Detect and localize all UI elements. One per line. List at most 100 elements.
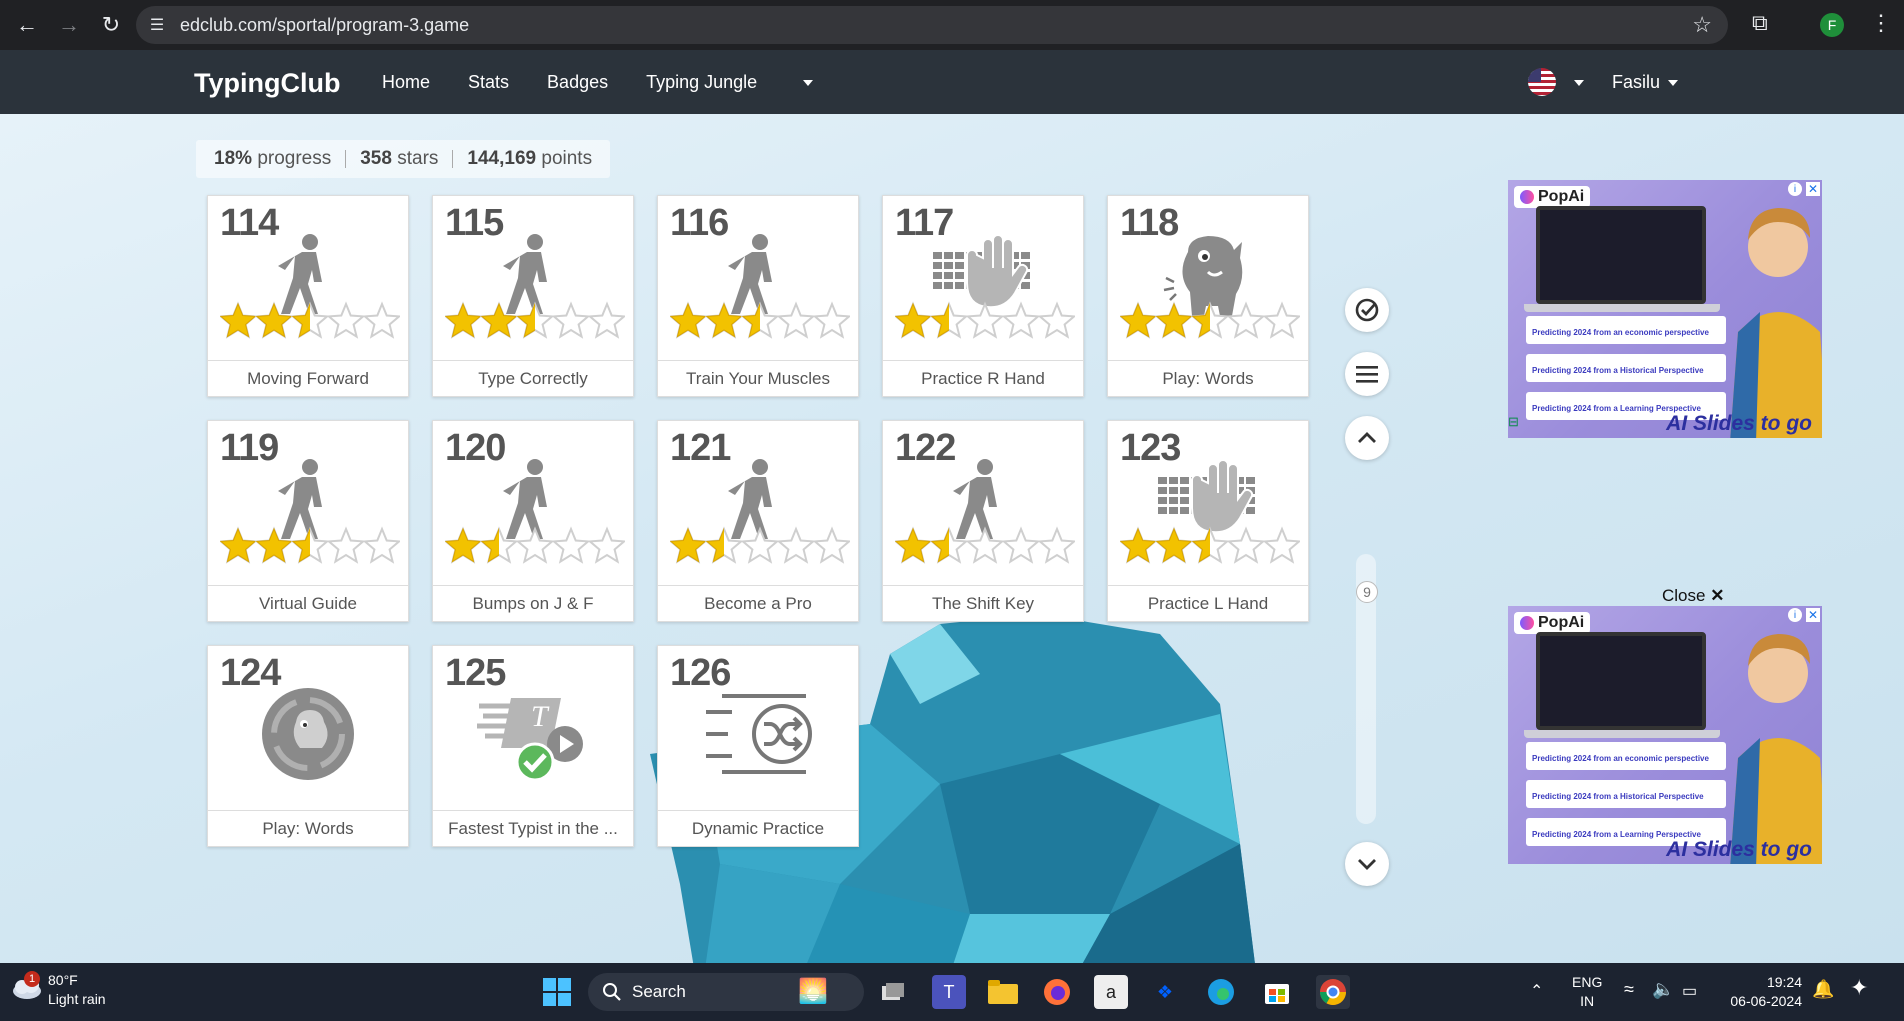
brand-logo[interactable]: TypingClub xyxy=(194,68,340,99)
language-indicator[interactable]: ENG IN xyxy=(1572,973,1602,1011)
lesson-card[interactable]: 126 Dynamic Practice xyxy=(657,645,859,847)
ad-banner-top[interactable]: PopAi Predicting 2024 from an economic p… xyxy=(1508,180,1822,438)
lesson-card[interactable]: 115 Type Correctly xyxy=(432,195,634,397)
weather-widget[interactable]: 1 80°F Light rain xyxy=(10,971,106,1009)
teams-icon[interactable]: T xyxy=(932,975,966,1009)
windows-taskbar: 1 80°F Light rain Search 🌅 T a ❖ ⌃ ENG IN … xyxy=(0,963,1904,1021)
bookmark-star-icon[interactable]: ☆ xyxy=(1692,12,1712,38)
scroll-down-button[interactable] xyxy=(1345,842,1389,886)
lesson-card[interactable]: 120 Bumps on J & F xyxy=(432,420,634,622)
ad-info-icon[interactable]: i xyxy=(1788,182,1802,196)
lesson-card[interactable]: 118 Play: Words xyxy=(1107,195,1309,397)
lesson-card[interactable]: 117 Practice R Hand xyxy=(882,195,1084,397)
search-icon xyxy=(603,983,621,1001)
task-view-icon[interactable] xyxy=(876,975,910,1009)
ad-row: Predicting 2024 from an economic perspec… xyxy=(1526,742,1726,770)
lesson-card[interactable]: 124 Play: Words xyxy=(207,645,409,847)
wifi-icon[interactable]: ≈ xyxy=(1624,979,1634,1000)
popai-logo-icon xyxy=(1520,616,1534,630)
nav-typing-jungle-label: Typing Jungle xyxy=(646,72,758,92)
lesson-title: Play: Words xyxy=(208,810,408,846)
chevron-down-icon[interactable] xyxy=(1574,80,1584,86)
address-bar[interactable]: ☰ edclub.com/sportal/program-3.game ☆ xyxy=(136,6,1728,44)
star-empty-icon xyxy=(362,526,400,564)
browser-menu-icon[interactable]: ⋮ xyxy=(1870,10,1892,36)
star-filled-icon xyxy=(445,527,482,563)
star-rating xyxy=(1120,301,1300,339)
progress-check-button[interactable] xyxy=(1345,288,1389,332)
star-empty-icon xyxy=(326,526,366,564)
taskbar-search[interactable]: Search 🌅 xyxy=(588,973,864,1011)
star-filled-icon xyxy=(445,302,482,338)
forward-icon[interactable]: → xyxy=(54,10,84,40)
store-icon[interactable] xyxy=(1260,975,1294,1009)
lesson-card[interactable]: 116 Train Your Muscles xyxy=(657,195,859,397)
nav-home[interactable]: Home xyxy=(382,72,430,93)
lesson-card[interactable]: 125 T Fastest Typist in the ... xyxy=(432,645,634,847)
edge-icon[interactable] xyxy=(1204,975,1238,1009)
firefox-icon[interactable] xyxy=(1040,975,1074,1009)
lesson-card[interactable]: 122 The Shift Key xyxy=(882,420,1084,622)
ad-info-icon[interactable]: i xyxy=(1788,608,1802,622)
extensions-icon[interactable]: ⧉ xyxy=(1752,10,1768,36)
ad-choices-icon[interactable]: ⊟ xyxy=(1508,414,1519,430)
search-label: Search xyxy=(632,982,686,1001)
lesson-card[interactable]: 114 Moving Forward xyxy=(207,195,409,397)
ad-close-icon[interactable]: ✕ xyxy=(1806,608,1820,622)
battery-icon[interactable]: ▭ xyxy=(1682,981,1697,1001)
ad-tagline: AI Slides to go xyxy=(1666,412,1812,435)
star-filled-icon xyxy=(480,302,518,338)
ad-close-button[interactable]: Close ✕ xyxy=(1662,586,1724,606)
video-check-icon: T xyxy=(473,686,593,782)
chevron-down-icon xyxy=(1668,80,1679,87)
nav-badges[interactable]: Badges xyxy=(547,72,608,93)
lesson-card[interactable]: 119 Virtual Guide xyxy=(207,420,409,622)
file-explorer-icon[interactable] xyxy=(986,975,1020,1009)
ad-tagline: AI Slides to go xyxy=(1666,838,1812,861)
volume-icon[interactable]: 🔈 xyxy=(1652,979,1674,1000)
svg-text:T: T xyxy=(531,700,550,733)
menu-button[interactable] xyxy=(1345,352,1389,396)
star-empty-icon xyxy=(965,526,1005,564)
lesson-title: Virtual Guide xyxy=(208,585,408,621)
dropbox-icon[interactable]: ❖ xyxy=(1148,975,1182,1009)
star-filled-icon xyxy=(255,527,293,563)
url-text[interactable]: edclub.com/sportal/program-3.game xyxy=(180,15,469,36)
star-empty-icon xyxy=(362,301,400,339)
main-nav: Home Stats Badges Typing Jungle xyxy=(382,72,851,93)
profile-avatar[interactable]: F xyxy=(1820,13,1844,37)
us-flag-icon[interactable] xyxy=(1528,68,1556,96)
amazon-icon[interactable]: a xyxy=(1094,975,1128,1009)
nav-stats[interactable]: Stats xyxy=(468,72,509,93)
windows-start-icon[interactable] xyxy=(540,975,574,1009)
chevron-down-icon xyxy=(1358,859,1376,870)
lesson-title: Practice L Hand xyxy=(1108,585,1308,621)
star-rating xyxy=(895,301,1075,339)
user-menu[interactable]: Fasilu xyxy=(1612,72,1679,93)
lesson-title: Practice R Hand xyxy=(883,360,1083,396)
star-filled-icon xyxy=(705,302,743,338)
points-value: 144,169 xyxy=(467,148,537,169)
weather-badge: 1 xyxy=(24,971,40,987)
scroll-up-button[interactable] xyxy=(1345,416,1389,460)
page-number-indicator[interactable]: 9 xyxy=(1356,581,1378,603)
star-empty-icon xyxy=(776,526,816,564)
tray-overflow-icon[interactable]: ⌃ xyxy=(1530,981,1543,1001)
chrome-icon[interactable] xyxy=(1316,975,1350,1009)
star-empty-icon xyxy=(587,526,625,564)
clock[interactable]: 19:24 06-06-2024 xyxy=(1724,973,1802,1011)
ad-close-icon[interactable]: ✕ xyxy=(1806,182,1820,196)
star-empty-icon xyxy=(1226,301,1266,339)
star-empty-icon xyxy=(812,301,850,339)
back-icon[interactable]: ← xyxy=(12,10,42,40)
site-info-icon[interactable]: ☰ xyxy=(146,14,168,36)
ad-banner-bottom[interactable]: PopAi Predicting 2024 from an economic p… xyxy=(1508,606,1822,864)
star-empty-icon xyxy=(326,301,366,339)
lesson-card[interactable]: 123 Practice L Hand xyxy=(1107,420,1309,622)
notification-bell-icon[interactable]: 🔔 xyxy=(1812,979,1834,1000)
lesson-card[interactable]: 121 Become a Pro xyxy=(657,420,859,622)
nav-typing-jungle[interactable]: Typing Jungle xyxy=(646,72,814,93)
reload-icon[interactable]: ↻ xyxy=(96,10,126,40)
progress-value: 18% xyxy=(214,148,253,169)
copilot-icon[interactable]: ✦ xyxy=(1850,975,1868,1001)
